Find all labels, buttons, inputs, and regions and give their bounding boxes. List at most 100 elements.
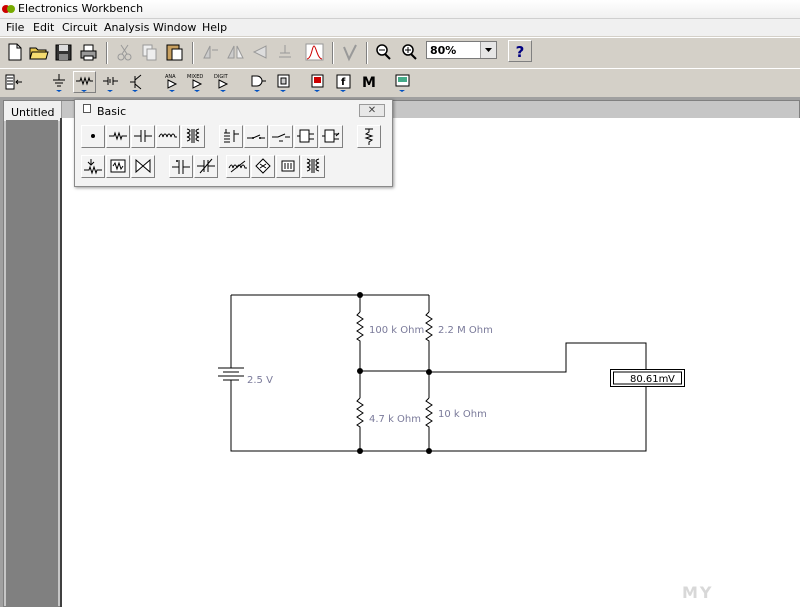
menu-bar: File Edit Circuit Analysis Window Help	[0, 19, 800, 36]
favorites-bin-button[interactable]	[2, 71, 25, 93]
open-folder-icon	[29, 47, 49, 60]
potentiometer-part[interactable]	[81, 155, 105, 178]
pullup-resistor-icon	[364, 128, 374, 145]
subcircuit-icon	[343, 44, 357, 62]
switch-part[interactable]	[244, 125, 268, 148]
variable-capacitor-part[interactable]	[194, 155, 218, 178]
connector-dot-icon	[91, 134, 95, 138]
current-controlled-switch-part[interactable]	[319, 125, 343, 148]
component-properties-button[interactable]	[274, 41, 297, 63]
capacitor-part[interactable]	[131, 125, 155, 148]
svg-text:f: f	[341, 77, 346, 88]
voltmeter[interactable]: 80.61m V	[610, 369, 685, 387]
controls-bin-button[interactable]: f	[332, 71, 355, 93]
capacitor-icon	[134, 130, 152, 142]
diodes-bin-button[interactable]	[99, 71, 122, 93]
mixed-ics-bin-button[interactable]: MIXED	[186, 71, 209, 93]
nonlinear-transformer-part[interactable]	[301, 155, 325, 178]
subcircuit-button[interactable]	[338, 41, 361, 63]
relay-part[interactable]	[219, 125, 243, 148]
resistor-part[interactable]	[106, 125, 130, 148]
favorites-bin-icon	[5, 74, 22, 90]
print-button[interactable]	[77, 41, 100, 63]
inductor-part[interactable]	[156, 125, 180, 148]
component-properties-icon	[279, 45, 291, 58]
rotate-button[interactable]	[199, 41, 222, 63]
flip-horizontal-icon	[227, 45, 244, 59]
help-button[interactable]: ?	[508, 40, 532, 62]
zoom-out-button[interactable]	[372, 41, 395, 63]
resistor-icon	[109, 131, 127, 141]
toolbar-separator	[366, 42, 368, 64]
relay-icon	[224, 129, 239, 143]
flip-flop-icon	[277, 74, 290, 92]
time-delay-switch-part[interactable]	[269, 125, 293, 148]
sources-bin-button[interactable]	[48, 71, 71, 93]
document-side-strip	[6, 120, 58, 607]
voltage-controlled-switch-part[interactable]	[294, 125, 318, 148]
document-tab[interactable]: Untitled	[4, 101, 62, 121]
resistor-pack-part[interactable]	[106, 155, 130, 178]
menu-file[interactable]: File	[6, 21, 24, 34]
polarized-capacitor-part[interactable]	[169, 155, 193, 178]
flip-horizontal-button[interactable]	[224, 41, 247, 63]
menu-window[interactable]: Window	[153, 21, 196, 34]
zoom-select[interactable]: 80%	[426, 41, 497, 59]
watermark: MY	[682, 583, 714, 602]
voltage-controlled-analog-switch-part[interactable]	[131, 155, 155, 178]
paste-clipboard-icon	[166, 44, 183, 61]
menu-analysis[interactable]: Analysis	[104, 21, 149, 34]
analog-ic-icon: ANA	[165, 74, 178, 92]
cut-button[interactable]	[113, 41, 136, 63]
copy-button[interactable]	[138, 41, 161, 63]
graph-icon	[305, 43, 324, 61]
transistor-icon	[130, 74, 142, 92]
zoom-dropdown-arrow[interactable]	[480, 42, 496, 58]
variable-inductor-part[interactable]	[226, 155, 250, 178]
open-button[interactable]	[27, 41, 50, 63]
menu-circuit[interactable]: Circuit	[62, 21, 97, 34]
indicator-icon	[311, 74, 324, 92]
pullup-resistor-part[interactable]	[357, 125, 381, 148]
circuit-canvas[interactable]	[60, 118, 800, 607]
instruments-bin-button[interactable]	[391, 71, 414, 93]
save-button[interactable]	[52, 41, 75, 63]
transformer-part[interactable]	[181, 125, 205, 148]
scissors-icon	[117, 44, 132, 61]
digital-ics-bin-button[interactable]: DIGIT	[212, 71, 235, 93]
menu-edit[interactable]: Edit	[33, 21, 54, 34]
miscellaneous-bin-button[interactable]: M	[358, 71, 381, 93]
magnetic-core-part[interactable]	[251, 155, 275, 178]
menu-help[interactable]: Help	[202, 21, 227, 34]
indicators-bin-button[interactable]	[306, 71, 329, 93]
zoom-in-button[interactable]	[398, 41, 421, 63]
graph-button[interactable]	[303, 41, 326, 63]
analog-ics-bin-button[interactable]: ANA	[161, 71, 184, 93]
basic-bin-button[interactable]	[73, 71, 96, 93]
toolbar-separator	[192, 42, 194, 64]
analog-switch-icon	[135, 158, 151, 174]
crystal-part[interactable]	[276, 155, 300, 178]
printer-icon	[80, 44, 97, 61]
svg-text:DIGIT: DIGIT	[214, 74, 229, 80]
digital-bin-button[interactable]	[272, 71, 295, 93]
voltmeter-unit: V	[668, 374, 675, 385]
svg-text:M: M	[362, 75, 376, 91]
resistor-pack-icon	[110, 159, 126, 173]
zoom-out-icon	[376, 44, 391, 60]
paste-button[interactable]	[163, 41, 186, 63]
palette-close-button[interactable]: ✕	[359, 104, 385, 117]
potentiometer-icon	[84, 159, 102, 175]
new-button[interactable]	[3, 41, 26, 63]
parts-bin-toolbar: ANA MIXED DIGIT f M	[0, 68, 800, 98]
new-file-icon	[8, 43, 22, 61]
flip-vertical-button[interactable]	[249, 41, 272, 63]
chevron-down-icon	[485, 48, 492, 52]
toolbar-separator	[332, 42, 334, 64]
digital-ic-icon: DIGIT	[214, 74, 229, 92]
logic-gates-bin-button[interactable]	[246, 71, 269, 93]
controlled-switch-icon	[297, 129, 314, 143]
transistors-bin-button[interactable]	[124, 71, 147, 93]
connector-part[interactable]	[81, 125, 105, 148]
crystal-icon	[281, 160, 295, 172]
